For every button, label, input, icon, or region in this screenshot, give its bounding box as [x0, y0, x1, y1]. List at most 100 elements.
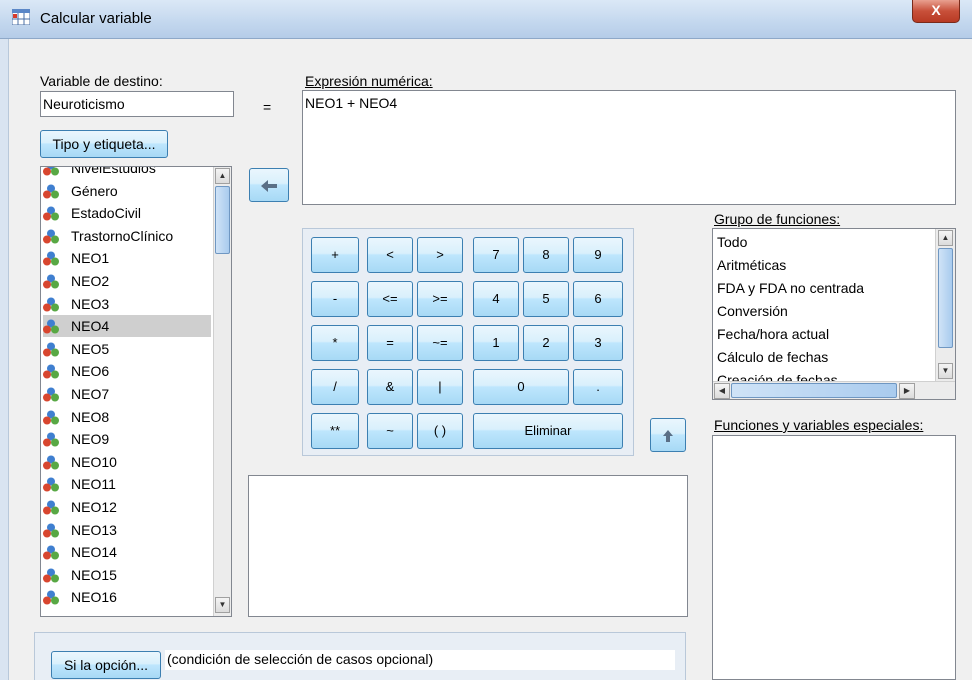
scroll-up-icon[interactable]: ▲: [215, 168, 230, 184]
window-frame-edge: [0, 39, 9, 680]
function-group-item[interactable]: Fecha/hora actual: [717, 323, 829, 346]
key-delete[interactable]: Eliminar: [473, 413, 623, 449]
target-variable-input[interactable]: Neuroticismo: [40, 91, 234, 117]
function-group-item[interactable]: Cálculo de fechas: [717, 346, 828, 369]
nominal-variable-icon: [43, 184, 59, 199]
variable-name: NEO14: [71, 544, 117, 561]
nominal-variable-icon: [43, 251, 59, 266]
calculator-keypad: + < > 7 8 9 - <= >= 4 5 6 * = ~= 1 2 3 /…: [302, 228, 634, 456]
key-less-equal[interactable]: <=: [367, 281, 413, 317]
scroll-down-icon[interactable]: ▼: [938, 363, 953, 379]
key-7[interactable]: 7: [473, 237, 519, 273]
function-group-item[interactable]: Todo: [717, 231, 747, 254]
key-equal[interactable]: =: [367, 325, 413, 361]
function-group-hscrollbar[interactable]: ◀ ▶: [713, 381, 955, 399]
scroll-up-icon[interactable]: ▲: [938, 230, 953, 246]
nominal-variable-icon: [43, 545, 59, 560]
variable-name: NEO8: [71, 408, 110, 425]
variable-list-item[interactable]: NEO5: [43, 338, 211, 360]
nominal-variable-icon: [43, 342, 59, 357]
equals-sign: =: [263, 99, 272, 115]
key-8[interactable]: 8: [523, 237, 569, 273]
key-or[interactable]: |: [417, 369, 463, 405]
scroll-thumb[interactable]: [938, 248, 953, 348]
variable-list-item[interactable]: NEO3: [43, 293, 211, 315]
variable-list-item[interactable]: NEO6: [43, 360, 211, 382]
variable-name: NEO13: [71, 521, 117, 538]
variable-list-item[interactable]: NEO7: [43, 383, 211, 405]
variable-list-item[interactable]: NEO11: [43, 473, 211, 495]
scroll-down-icon[interactable]: ▼: [215, 597, 230, 613]
variable-name: Género: [71, 182, 118, 199]
variable-name: TrastornoClínico: [71, 227, 174, 244]
if-option-button[interactable]: Si la opción...: [51, 651, 161, 679]
variable-list-item[interactable]: NEO2: [43, 270, 211, 292]
variable-list-item[interactable]: TrastornoClínico: [43, 225, 211, 247]
key-and[interactable]: &: [367, 369, 413, 405]
expression-input[interactable]: NEO1 + NEO4: [302, 90, 956, 205]
key-not[interactable]: ~: [367, 413, 413, 449]
scroll-thumb[interactable]: [215, 186, 230, 254]
variable-list-item[interactable]: EstadoCivil: [43, 202, 211, 224]
key-parentheses[interactable]: ( ): [417, 413, 463, 449]
variable-list-item[interactable]: Género: [43, 180, 211, 202]
variable-name: NEO16: [71, 589, 117, 606]
function-group-list[interactable]: Todo Aritméticas FDA y FDA no centrada Conv…: [712, 228, 956, 400]
variable-list[interactable]: NivelEstudios Género EstadoCivil TrastornoC…: [40, 166, 232, 617]
key-power[interactable]: **: [311, 413, 359, 449]
variable-list-item[interactable]: NEO10: [43, 451, 211, 473]
nominal-variable-icon: [43, 590, 59, 605]
key-greater-equal[interactable]: >=: [417, 281, 463, 317]
key-decimal[interactable]: .: [573, 369, 623, 405]
key-less-than[interactable]: <: [367, 237, 413, 273]
key-2[interactable]: 2: [523, 325, 569, 361]
type-and-label-button[interactable]: Tipo y etiqueta...: [40, 130, 168, 158]
variable-list-item[interactable]: NEO13: [43, 519, 211, 541]
if-condition-text: (condición de selección de casos opciona…: [167, 651, 434, 667]
move-function-up-button[interactable]: [650, 418, 686, 452]
variable-list-item[interactable]: NEO15: [43, 564, 211, 586]
function-group-item[interactable]: FDA y FDA no centrada: [717, 277, 864, 300]
variable-list-item[interactable]: NEO16: [43, 586, 211, 608]
key-greater-than[interactable]: >: [417, 237, 463, 273]
key-4[interactable]: 4: [473, 281, 519, 317]
key-6[interactable]: 6: [573, 281, 623, 317]
variable-list-item[interactable]: NivelEstudios: [43, 167, 211, 179]
target-variable-label: Variable de destino:: [40, 73, 163, 89]
key-0[interactable]: 0: [473, 369, 569, 405]
move-to-expression-button[interactable]: [249, 168, 289, 202]
key-1[interactable]: 1: [473, 325, 519, 361]
variable-list-item[interactable]: NEO14: [43, 541, 211, 563]
scroll-right-icon[interactable]: ▶: [899, 383, 915, 399]
nominal-variable-icon: [43, 477, 59, 492]
key-multiply[interactable]: *: [311, 325, 359, 361]
variable-list-item[interactable]: NEO4: [43, 315, 211, 338]
key-divide[interactable]: /: [311, 369, 359, 405]
variable-list-item[interactable]: NEO8: [43, 406, 211, 428]
window-title: Calcular variable: [40, 10, 152, 27]
function-group-label: Grupo de funciones:: [714, 211, 841, 227]
scroll-left-icon[interactable]: ◀: [714, 383, 730, 399]
key-plus[interactable]: +: [311, 237, 359, 273]
function-group-item[interactable]: Conversión: [717, 300, 788, 323]
key-5[interactable]: 5: [523, 281, 569, 317]
variable-list-item[interactable]: NEO9: [43, 428, 211, 450]
variable-name: NEO3: [71, 295, 110, 312]
key-minus[interactable]: -: [311, 281, 359, 317]
key-not-equal[interactable]: ~=: [417, 325, 463, 361]
variable-name: NEO4: [71, 318, 110, 335]
special-functions-list[interactable]: [712, 435, 956, 680]
special-functions-label: Funciones y variables especiales:: [714, 417, 924, 433]
variable-list-item[interactable]: NEO1: [43, 247, 211, 269]
scroll-thumb-horizontal[interactable]: [731, 383, 897, 398]
variable-list-item[interactable]: NEO12: [43, 496, 211, 518]
key-3[interactable]: 3: [573, 325, 623, 361]
function-group-item[interactable]: Aritméticas: [717, 254, 786, 277]
if-condition-field: (condición de selección de casos opciona…: [165, 650, 675, 670]
function-group-vscrollbar[interactable]: ▲ ▼: [935, 229, 955, 381]
close-button[interactable]: X: [912, 0, 960, 23]
nominal-variable-icon: [43, 410, 59, 425]
calculator-table-icon: [12, 9, 30, 25]
variable-list-scrollbar[interactable]: ▲ ▼: [213, 167, 231, 616]
key-9[interactable]: 9: [573, 237, 623, 273]
